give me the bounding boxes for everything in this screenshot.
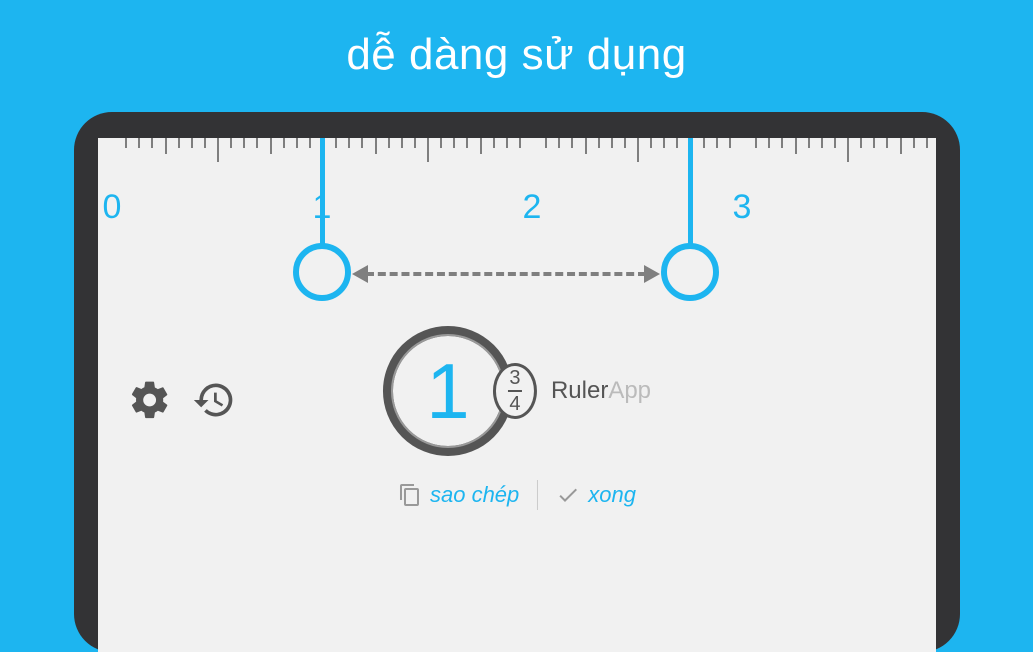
- ruler-tick: [598, 138, 600, 148]
- span-arrow-left: [352, 265, 368, 283]
- ruler-label: 0: [103, 188, 122, 227]
- ruler-tick: [270, 138, 272, 154]
- ruler-tick: [755, 138, 757, 148]
- ruler-tick: [585, 138, 587, 154]
- ruler-tick: [309, 138, 311, 148]
- caliper-end-handle[interactable]: [661, 243, 719, 301]
- ruler-tick: [729, 138, 731, 148]
- ruler-tick: [821, 138, 823, 148]
- ruler-tick: [217, 138, 219, 162]
- ruler-tick: [243, 138, 245, 148]
- promo-headline: dễ dàng sử dụng: [0, 0, 1033, 80]
- ruler-tick: [178, 138, 180, 148]
- brand-main: Ruler: [551, 377, 608, 404]
- measurement-whole-circle: 1 3 4: [383, 326, 513, 456]
- ruler-scale: 0123: [98, 138, 936, 218]
- fraction-numerator: 3: [509, 368, 520, 388]
- ruler-tick: [335, 138, 337, 148]
- ruler-tick: [860, 138, 862, 148]
- ruler-tick: [611, 138, 613, 148]
- ruler-tick: [453, 138, 455, 148]
- ruler-tick: [427, 138, 429, 162]
- ruler-tick: [493, 138, 495, 148]
- ruler-tick: [663, 138, 665, 148]
- caliper-end-line: [688, 138, 693, 248]
- ruler-tick: [768, 138, 770, 148]
- ruler-tick: [230, 138, 232, 148]
- brand-sub: App: [608, 377, 651, 404]
- check-icon: [556, 483, 580, 507]
- fraction-denominator: 4: [509, 394, 520, 414]
- tablet-frame: 0123 1 3 4 Ruler: [74, 112, 960, 652]
- app-screen: 0123 1 3 4 Ruler: [98, 138, 936, 652]
- history-button[interactable]: [192, 378, 236, 427]
- ruler-tick: [466, 138, 468, 148]
- settings-button[interactable]: [128, 378, 172, 427]
- ruler-tick: [480, 138, 482, 154]
- ruler-tick: [703, 138, 705, 148]
- ruler-label: 3: [733, 188, 752, 227]
- ruler-label: 2: [523, 188, 542, 227]
- copy-button[interactable]: sao chép: [398, 482, 519, 508]
- history-icon: [192, 378, 236, 422]
- done-button[interactable]: xong: [556, 482, 636, 508]
- ruler-tick: [637, 138, 639, 162]
- gear-icon: [128, 378, 172, 422]
- ruler-tick: [571, 138, 573, 148]
- ruler-tick: [795, 138, 797, 154]
- caliper-start-handle[interactable]: [293, 243, 351, 301]
- ruler-tick: [676, 138, 678, 148]
- copy-label: sao chép: [430, 482, 519, 508]
- ruler-tick: [808, 138, 810, 148]
- ruler-tick: [873, 138, 875, 148]
- ruler-tick: [204, 138, 206, 148]
- measurement-fraction: 3 4: [493, 363, 537, 419]
- ruler-tick: [913, 138, 915, 148]
- ruler-tick: [375, 138, 377, 154]
- ruler-tick: [834, 138, 836, 148]
- ruler-tick: [191, 138, 193, 148]
- ruler-tick: [650, 138, 652, 148]
- ruler-tick: [151, 138, 153, 148]
- ruler-tick: [283, 138, 285, 148]
- ruler-tick: [138, 138, 140, 148]
- ruler-tick: [847, 138, 849, 162]
- ruler-tick: [926, 138, 928, 148]
- ruler-tick: [558, 138, 560, 148]
- ruler-tick: [624, 138, 626, 148]
- app-brand: RulerApp: [551, 377, 651, 405]
- ruler-tick: [519, 138, 521, 148]
- ruler-tick: [886, 138, 888, 148]
- measurement-span-line: [366, 272, 646, 276]
- ruler-tick: [414, 138, 416, 148]
- copy-icon: [398, 483, 422, 507]
- ruler-tick: [545, 138, 547, 148]
- ruler-tick: [361, 138, 363, 148]
- caliper-start-line: [320, 138, 325, 248]
- ruler-tick: [781, 138, 783, 148]
- measurement-display: 1 3 4 RulerApp: [383, 326, 651, 456]
- ruler-tick: [296, 138, 298, 148]
- ruler-tick: [900, 138, 902, 154]
- span-arrow-right: [644, 265, 660, 283]
- done-label: xong: [588, 482, 636, 508]
- ruler-tick: [256, 138, 258, 148]
- ruler-tick: [165, 138, 167, 154]
- ruler-tick: [440, 138, 442, 148]
- ruler-tick: [716, 138, 718, 148]
- ruler-tick: [125, 138, 127, 148]
- action-separator: [537, 480, 538, 510]
- ruler-tick: [348, 138, 350, 148]
- ruler-tick: [388, 138, 390, 148]
- ruler-tick: [401, 138, 403, 148]
- measurement-whole: 1: [426, 352, 469, 430]
- ruler-tick: [506, 138, 508, 148]
